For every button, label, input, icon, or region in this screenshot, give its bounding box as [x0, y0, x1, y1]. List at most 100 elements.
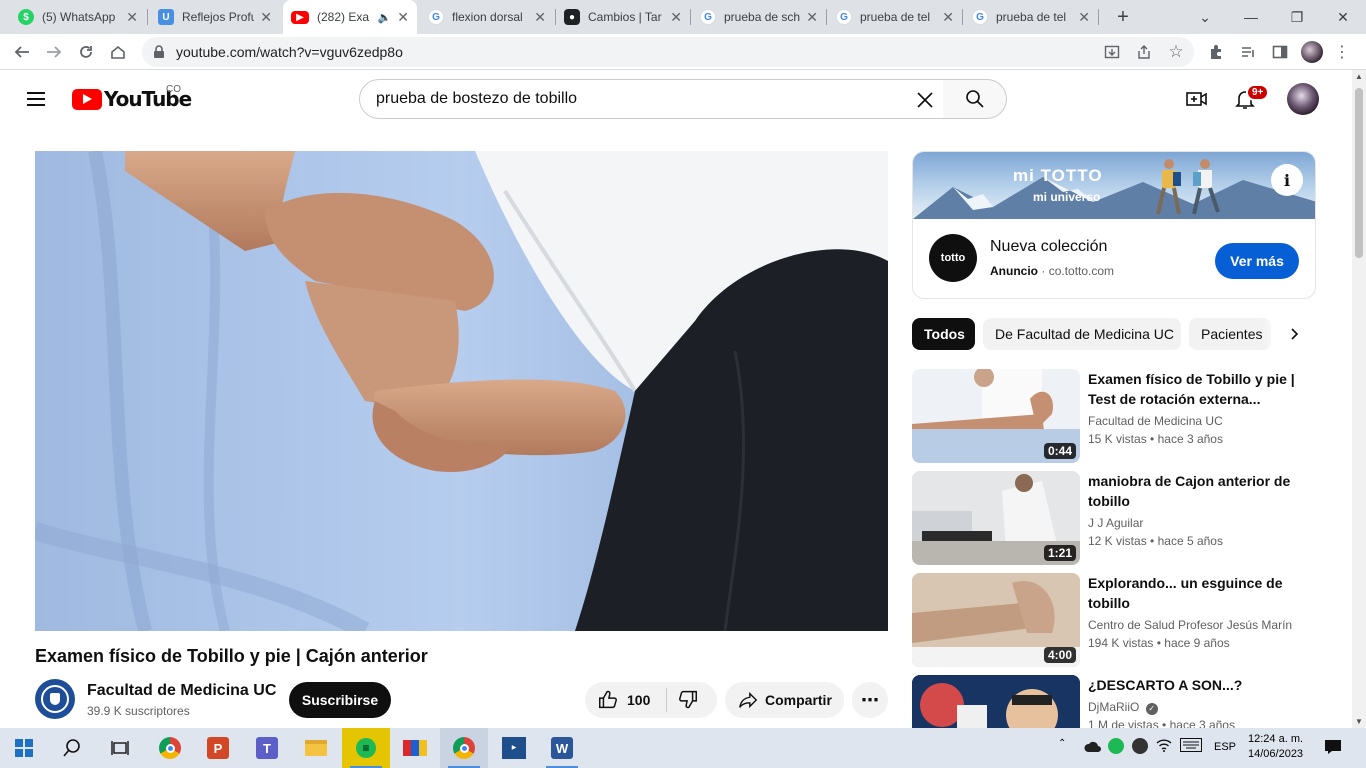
extensions-icon[interactable]: [1202, 38, 1230, 66]
close-tab-icon[interactable]: ✕: [534, 9, 546, 26]
clock[interactable]: 12:24 a. m. 14/06/2023: [1248, 732, 1303, 762]
close-tab-icon[interactable]: ✕: [1078, 9, 1090, 26]
recommended-video[interactable]: 0:44 Examen físico de Tobillo y pie | Te…: [912, 369, 1316, 463]
search-input[interactable]: prueba de bostezo de tobillo: [359, 79, 944, 119]
account-avatar[interactable]: [1287, 83, 1319, 115]
recommended-video[interactable]: 4:00 Explorando... un esguince de tobill…: [912, 573, 1316, 667]
bookmark-star-icon[interactable]: ☆: [1162, 38, 1190, 66]
tab-prueba-tel-2[interactable]: G prueba de tel ✕: [964, 0, 1098, 34]
powerpoint-taskbar-icon[interactable]: P: [194, 728, 242, 768]
tab-cambios[interactable]: ● Cambios | Tar ✕: [556, 0, 690, 34]
tray-overflow-chevron-icon[interactable]: ⌃: [1058, 738, 1066, 749]
tab-reflejos[interactable]: U Reflejos Profu ✕: [150, 0, 280, 34]
scroll-up-arrow-icon[interactable]: ▲: [1355, 72, 1363, 81]
channel-name[interactable]: Centro de Salud Profesor Jesús Marín: [1088, 618, 1292, 632]
close-window-icon[interactable]: ✕: [1320, 0, 1366, 34]
tab-youtube-active[interactable]: ▶ (282) Exa 🔈 ✕: [283, 0, 417, 34]
video-title[interactable]: Examen físico de Tobillo y pie | Test de…: [1088, 369, 1308, 409]
spotify-tray-icon[interactable]: [1108, 738, 1124, 754]
video-title[interactable]: ¿DESCARTO A SON...?: [1088, 675, 1308, 695]
speaker-icon[interactable]: 🔈: [378, 11, 392, 24]
video-thumbnail[interactable]: 1:21: [912, 471, 1080, 565]
prime-video-taskbar-icon[interactable]: ▶: [490, 728, 538, 768]
video-player[interactable]: [35, 151, 888, 631]
clear-search-icon[interactable]: [913, 88, 937, 112]
channel-name[interactable]: J J Aguilar: [1088, 516, 1143, 530]
tab-prueba-sch[interactable]: G prueba de sch ✕: [692, 0, 826, 34]
scroll-down-arrow-icon[interactable]: ▼: [1355, 717, 1363, 726]
side-panel-icon[interactable]: [1266, 38, 1294, 66]
channel-name[interactable]: Facultad de Medicina UC: [87, 682, 276, 700]
chips-next-arrow-icon[interactable]: [1262, 318, 1316, 350]
chrome-active-taskbar-icon[interactable]: [440, 728, 488, 768]
ad-card[interactable]: mi TOTTO mi universo i totto Nueva colec…: [912, 151, 1316, 299]
forward-icon[interactable]: [40, 38, 68, 66]
notification-center-icon[interactable]: [1324, 739, 1342, 758]
scrollbar-thumb[interactable]: [1355, 88, 1363, 258]
more-menu-icon[interactable]: ⋮: [1328, 38, 1356, 66]
video-title[interactable]: Explorando... un esguince de tobillo: [1088, 573, 1308, 613]
ad-banner[interactable]: mi TOTTO mi universo i: [913, 152, 1315, 219]
subscribe-button[interactable]: Suscribirse: [289, 682, 391, 718]
tab-whatsapp[interactable]: $ (5) WhatsApp ✕: [10, 0, 146, 34]
new-tab-icon[interactable]: +: [1100, 0, 1146, 34]
media-queue-icon[interactable]: [1234, 38, 1262, 66]
search-button[interactable]: [943, 79, 1007, 119]
tab-search-chevron-icon[interactable]: ⌄: [1182, 0, 1228, 34]
video-title[interactable]: maniobra de Cajon anterior de tobillo: [1088, 471, 1308, 511]
tab-flexion-dorsal[interactable]: G flexion dorsal ✕: [420, 0, 554, 34]
bluetooth-tray-icon[interactable]: [1132, 738, 1148, 754]
profile-avatar[interactable]: [1298, 38, 1326, 66]
recommended-video[interactable]: ¿DESCARTO A SON...? DjMaRiiO ✓ 1 M de vi…: [912, 675, 1316, 728]
ad-info-icon[interactable]: i: [1271, 164, 1303, 196]
close-tab-icon[interactable]: ✕: [806, 9, 818, 26]
back-icon[interactable]: [8, 38, 36, 66]
task-view-icon[interactable]: [96, 728, 144, 768]
spotify-taskbar-icon[interactable]: ≡: [342, 728, 390, 768]
hamburger-menu-icon[interactable]: [24, 87, 48, 111]
word-taskbar-icon[interactable]: W: [538, 728, 586, 768]
video-thumbnail[interactable]: [912, 675, 1080, 728]
reload-icon[interactable]: [72, 38, 100, 66]
share-icon[interactable]: [1130, 38, 1158, 66]
start-button-icon[interactable]: [0, 728, 48, 768]
search-taskbar-icon[interactable]: [48, 728, 96, 768]
create-video-icon[interactable]: [1185, 87, 1209, 111]
more-actions-icon[interactable]: ⋯: [852, 682, 888, 718]
like-button[interactable]: 100: [597, 689, 650, 711]
ad-title[interactable]: Nueva colección: [990, 238, 1107, 256]
keyboard-icon[interactable]: [1180, 738, 1202, 755]
chip-pacientes[interactable]: Pacientes: [1189, 318, 1271, 350]
close-tab-icon[interactable]: ✕: [126, 9, 138, 26]
page-scrollbar[interactable]: ▲ ▼: [1352, 70, 1366, 728]
channel-avatar[interactable]: [35, 679, 75, 719]
onedrive-icon[interactable]: [1084, 740, 1102, 757]
input-language[interactable]: ESP: [1214, 741, 1236, 753]
restore-icon[interactable]: ❐: [1274, 0, 1320, 34]
video-thumbnail[interactable]: 0:44: [912, 369, 1080, 463]
channel-name[interactable]: DjMaRiiO ✓: [1088, 700, 1158, 715]
chrome-taskbar-icon[interactable]: [146, 728, 194, 768]
dislike-button[interactable]: [677, 688, 699, 713]
minimize-icon[interactable]: —: [1228, 0, 1274, 34]
advertiser-logo[interactable]: totto: [929, 234, 977, 282]
file-explorer-taskbar-icon[interactable]: [292, 728, 340, 768]
app-taskbar-icon[interactable]: [391, 728, 439, 768]
lock-icon[interactable]: [152, 45, 166, 59]
channel-name[interactable]: Facultad de Medicina UC: [1088, 414, 1223, 428]
teams-taskbar-icon[interactable]: T: [243, 728, 291, 768]
close-tab-icon[interactable]: ✕: [397, 9, 409, 26]
home-icon[interactable]: [104, 38, 132, 66]
close-tab-icon[interactable]: ✕: [942, 9, 954, 26]
chip-channel[interactable]: De Facultad de Medicina UC: [983, 318, 1181, 350]
share-button[interactable]: Compartir: [725, 682, 844, 718]
tab-prueba-tel-1[interactable]: G prueba de tel ✕: [828, 0, 962, 34]
wifi-icon[interactable]: [1156, 738, 1172, 755]
video-thumbnail[interactable]: 4:00: [912, 573, 1080, 667]
ad-cta-button[interactable]: Ver más: [1215, 243, 1299, 279]
install-app-icon[interactable]: [1098, 38, 1126, 66]
chip-todos[interactable]: Todos: [912, 318, 975, 350]
close-tab-icon[interactable]: ✕: [260, 9, 272, 26]
close-tab-icon[interactable]: ✕: [670, 9, 682, 26]
address-bar[interactable]: youtube.com/watch?v=vguv6zedp8o: [142, 37, 1194, 67]
